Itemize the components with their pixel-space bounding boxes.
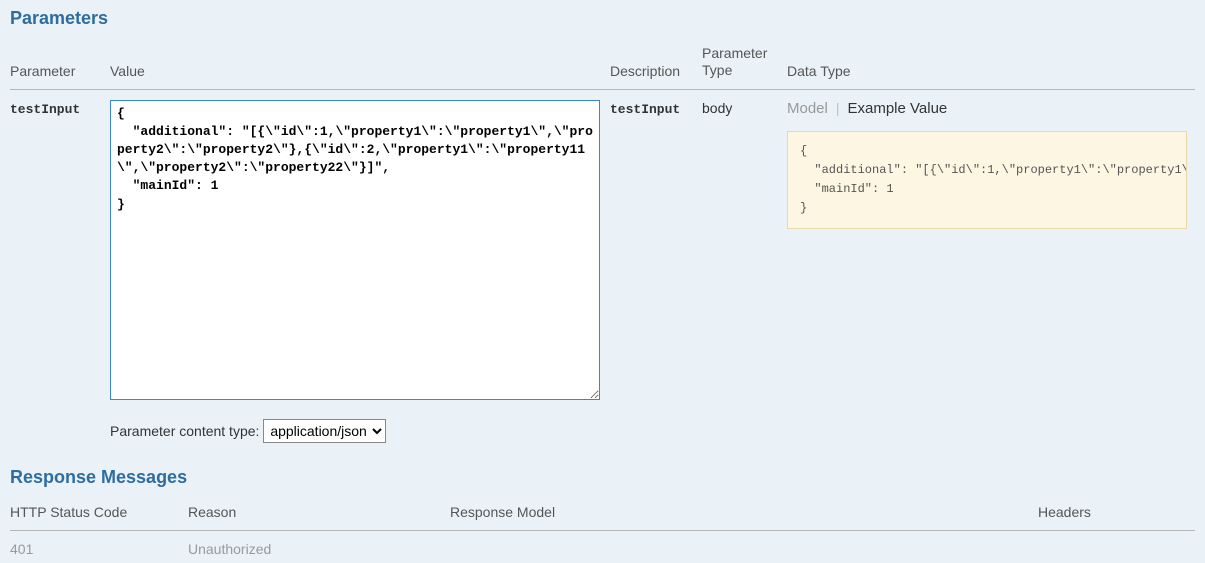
parameter-description: testInput — [610, 102, 680, 117]
content-type-label: Parameter content type: — [110, 423, 259, 439]
th-response-model: Response Model — [450, 498, 1038, 531]
th-parameter: Parameter — [10, 39, 110, 89]
tab-example-value[interactable]: Example Value — [848, 100, 948, 117]
responses-table: HTTP Status Code Reason Response Model H… — [10, 498, 1195, 563]
th-data-type: Data Type — [787, 39, 1195, 89]
th-description: Description — [610, 39, 702, 89]
tab-divider: | — [836, 100, 840, 116]
th-parameter-type: ParameterType — [702, 39, 787, 89]
parameters-heading: Parameters — [10, 8, 1195, 29]
example-value-block[interactable]: { "additional": "[{\"id\":1,\"property1\… — [787, 131, 1187, 230]
content-type-select[interactable]: application/json — [263, 419, 386, 443]
response-row: 401 Unauthorized — [10, 530, 1195, 563]
response-model — [450, 530, 1038, 563]
response-reason: Unauthorized — [188, 530, 450, 563]
response-code: 401 — [10, 530, 188, 563]
th-headers: Headers — [1038, 498, 1195, 531]
response-messages-heading: Response Messages — [10, 467, 1195, 488]
th-value: Value — [110, 39, 610, 89]
parameter-row: testInput Parameter content type: applic… — [10, 89, 1195, 449]
parameter-type-value: body — [702, 100, 732, 116]
parameter-value-textarea[interactable] — [110, 100, 600, 400]
th-reason: Reason — [188, 498, 450, 531]
response-headers — [1038, 530, 1195, 563]
th-http-status-code: HTTP Status Code — [10, 498, 188, 531]
parameters-table: Parameter Value Description ParameterTyp… — [10, 39, 1195, 449]
tab-model[interactable]: Model — [787, 100, 828, 117]
parameter-name: testInput — [10, 102, 80, 117]
